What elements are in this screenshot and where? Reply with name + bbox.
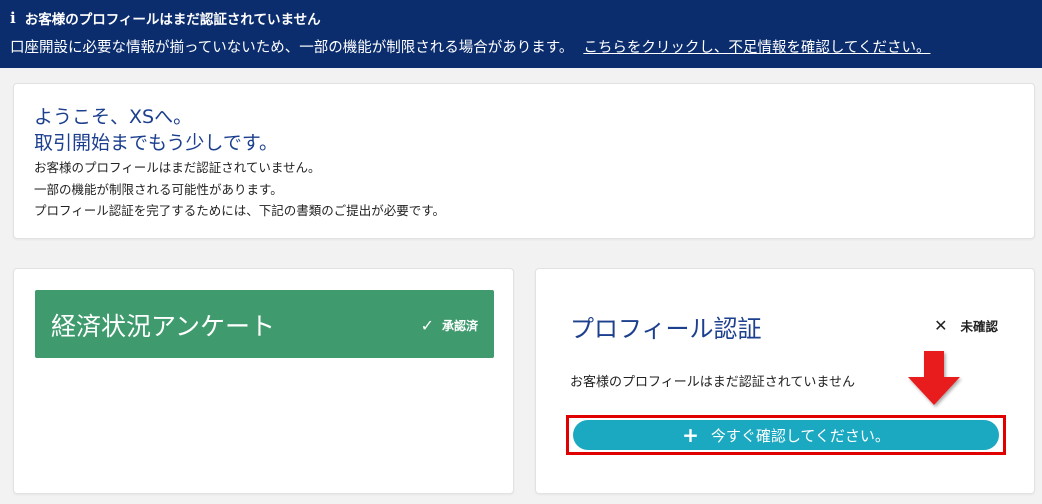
welcome-heading-line2: 取引開始までもう少しです。 xyxy=(34,132,278,154)
verify-now-label: 今すぐ確認してください。 xyxy=(710,426,890,445)
profile-status-label: 未確認 xyxy=(960,319,998,334)
survey-card: 経済状況アンケート ✓ 承認済 xyxy=(13,268,514,494)
welcome-text-line1: お客様のプロフィールはまだ認証されていません。 xyxy=(34,160,321,175)
info-icon: i xyxy=(10,9,16,27)
button-highlight-frame: + 今すぐ確認してください。 xyxy=(566,415,1006,455)
welcome-heading-line1: ようこそ、XSへ。 xyxy=(34,106,193,128)
profile-title: プロフィール認証 xyxy=(570,315,762,343)
welcome-text-line3: プロフィール認証を完了するためには、下記の書類のご提出が必要です。 xyxy=(34,203,446,218)
profile-message: お客様のプロフィールはまだ認証されていません xyxy=(570,375,855,390)
survey-status-bar[interactable]: 経済状況アンケート ✓ 承認済 xyxy=(35,290,494,358)
profile-verification-card: プロフィール認証 ✕ 未確認 お客様のプロフィールはまだ認証されていません + … xyxy=(535,268,1035,494)
verify-now-button[interactable]: + 今すぐ確認してください。 xyxy=(573,420,999,450)
banner-message: 口座開設に必要な情報が揃っていないため、一部の機能が制限される場合があります。 xyxy=(10,40,574,56)
survey-title: 経済状況アンケート xyxy=(51,312,276,341)
survey-status-label: 承認済 xyxy=(441,319,478,333)
banner-message-row: 口座開設に必要な情報が揃っていないため、一部の機能が制限される場合があります。こ… xyxy=(10,36,930,57)
plus-icon: + xyxy=(682,423,699,447)
welcome-card: ようこそ、XSへ。 取引開始までもう少しです。 お客様のプロフィールはまだ認証さ… xyxy=(13,83,1035,239)
banner-title-row: i お客様のプロフィールはまだ認証されていません xyxy=(10,8,321,28)
survey-status: ✓ 承認済 xyxy=(421,316,478,335)
down-arrow-icon xyxy=(908,351,960,405)
welcome-text-line2: 一部の機能が制限される可能性があります。 xyxy=(34,182,283,197)
banner-title: お客様のプロフィールはまだ認証されていません xyxy=(24,12,321,28)
banner-missing-info-link[interactable]: こちらをクリックし、不足情報を確認してください。 xyxy=(583,40,930,56)
x-icon: ✕ xyxy=(934,316,948,335)
check-icon: ✓ xyxy=(420,316,434,335)
notification-banner: i お客様のプロフィールはまだ認証されていません 口座開設に必要な情報が揃ってい… xyxy=(0,0,1042,68)
profile-status: ✕ 未確認 xyxy=(934,316,998,335)
